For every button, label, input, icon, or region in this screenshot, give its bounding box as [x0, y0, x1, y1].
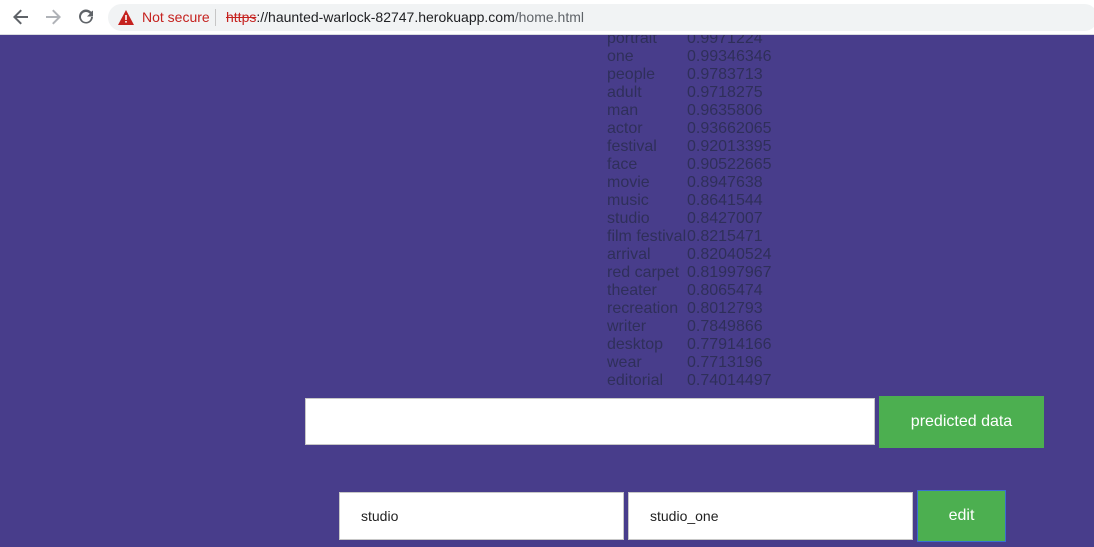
prediction-score: 0.9718275: [687, 84, 763, 101]
prediction-row: theater 0.8065474: [607, 282, 772, 300]
prediction-label: theater: [607, 282, 657, 299]
edit-button[interactable]: edit: [917, 490, 1006, 542]
edit-field-new-name[interactable]: studio_one: [628, 492, 913, 540]
prediction-row: actor 0.93662065: [607, 120, 772, 138]
prediction-row: one 0.99346346: [607, 48, 772, 66]
url-host: ://haunted-warlock-82747.herokuapp.com: [256, 9, 515, 25]
forward-button[interactable]: [42, 6, 64, 28]
prediction-row: music 0.8641544: [607, 192, 772, 210]
prediction-score: 0.93662065: [687, 120, 772, 137]
prediction-label: man: [607, 102, 639, 119]
prediction-row: editorial 0.74014497: [607, 372, 772, 390]
prediction-row: wear 0.7713196: [607, 354, 772, 372]
prediction-score: 0.77914166: [687, 336, 772, 353]
prediction-score: 0.9635806: [687, 102, 763, 119]
prediction-score: 0.8641544: [687, 192, 763, 209]
prediction-score: 0.8947638: [687, 174, 763, 191]
prediction-score: 0.8012793: [687, 300, 763, 317]
prediction-table: portrait 0.9971224 one 0.99346346 people 0.97…: [607, 35, 772, 390]
prediction-row: face 0.90522665: [607, 156, 772, 174]
prediction-label: actor: [607, 120, 643, 137]
arrow-right-icon: [46, 9, 61, 25]
url-text[interactable]: https://haunted-warlock-82747.herokuapp.…: [226, 9, 584, 25]
prediction-label: wear: [607, 354, 642, 371]
prediction-row: film festival 0.8215471: [607, 228, 772, 246]
prediction-label: arrival: [607, 246, 651, 263]
prediction-label: adult: [607, 84, 642, 101]
prediction-score: 0.81997967: [687, 264, 772, 281]
prediction-label: face: [607, 156, 638, 173]
browser-toolbar: Not secure https://haunted-warlock-82747…: [0, 0, 1094, 35]
prediction-label: recreation: [607, 300, 679, 317]
prediction-score: 0.90522665: [687, 156, 772, 173]
divider: [215, 9, 216, 26]
back-button[interactable]: [10, 6, 32, 28]
prediction-row: festival 0.92013395: [607, 138, 772, 156]
prediction-label: people: [607, 66, 656, 83]
prediction-row: man 0.9635806: [607, 102, 772, 120]
prediction-row: arrival 0.82040524: [607, 246, 772, 264]
predict-input[interactable]: [305, 398, 875, 445]
prediction-label: film festival: [607, 228, 687, 245]
url-scheme: https: [226, 9, 257, 25]
prediction-score: 0.8065474: [687, 282, 763, 299]
predicted-data-button[interactable]: predicted data: [879, 396, 1044, 448]
edit-field-name[interactable]: studio: [339, 492, 624, 540]
prediction-score: 0.92013395: [687, 138, 772, 155]
prediction-row: red carpet 0.81997967: [607, 264, 772, 282]
warning-icon: [118, 10, 134, 25]
prediction-score: 0.99346346: [687, 48, 772, 65]
prediction-label: desktop: [607, 336, 664, 353]
prediction-label: studio: [607, 210, 650, 227]
prediction-label: festival: [607, 138, 657, 155]
reload-icon: [79, 9, 93, 24]
security-status[interactable]: Not secure: [142, 9, 210, 25]
url-path: /home.html: [514, 9, 584, 25]
prediction-row: studio 0.8427007: [607, 210, 772, 228]
prediction-label: one: [607, 48, 634, 65]
prediction-label: movie: [607, 174, 650, 191]
reload-button[interactable]: [75, 6, 97, 28]
prediction-label: red carpet: [607, 264, 680, 281]
prediction-label: writer: [607, 318, 647, 335]
prediction-score: 0.7713196: [687, 354, 763, 371]
prediction-score: 0.8215471: [687, 228, 763, 245]
prediction-label: music: [607, 192, 649, 209]
address-bar[interactable]: Not secure https://haunted-warlock-82747…: [108, 4, 1094, 31]
prediction-row: writer 0.7849866: [607, 318, 772, 336]
prediction-row: recreation 0.8012793: [607, 300, 772, 318]
prediction-label: editorial: [607, 372, 664, 389]
arrow-left-icon: [13, 9, 28, 25]
prediction-score: 0.74014497: [687, 372, 772, 389]
prediction-score: 0.82040524: [687, 246, 772, 263]
prediction-score: 0.9783713: [687, 66, 763, 83]
prediction-row: desktop 0.77914166: [607, 336, 772, 354]
prediction-row: people 0.9783713: [607, 66, 772, 84]
prediction-score: 0.8427007: [687, 210, 763, 227]
prediction-row: adult 0.9718275: [607, 84, 772, 102]
prediction-row: movie 0.8947638: [607, 174, 772, 192]
prediction-score: 0.7849866: [687, 318, 763, 335]
